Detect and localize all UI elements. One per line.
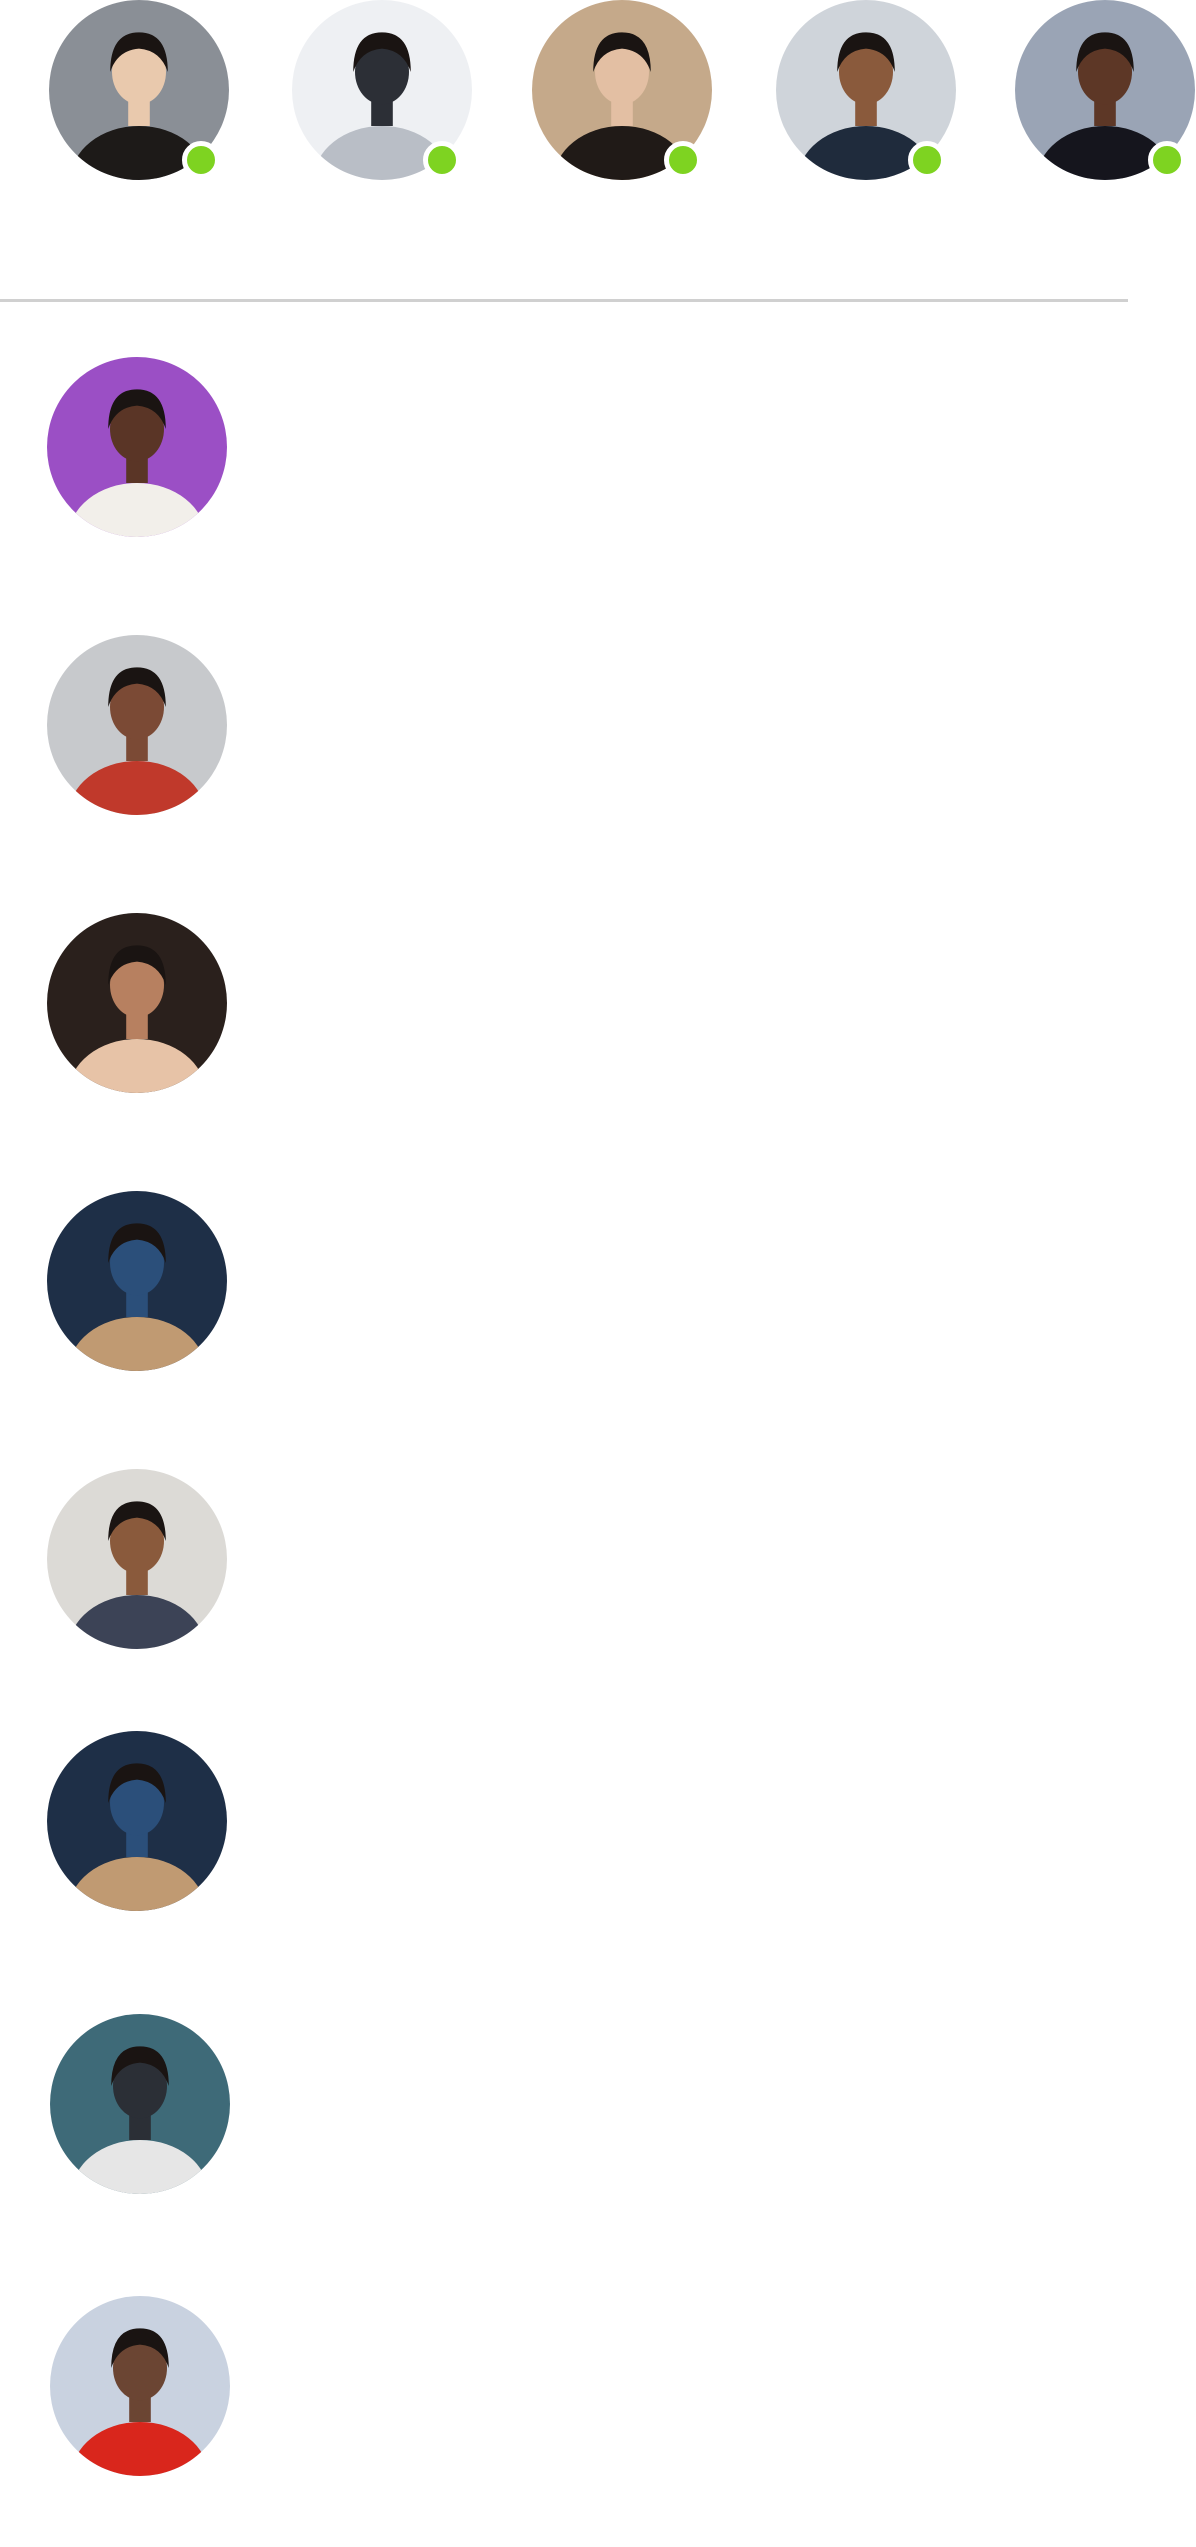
section-divider — [0, 299, 1128, 302]
conversation-avatar[interactable] — [47, 1731, 227, 1911]
online-status-dot — [423, 141, 461, 179]
conversation-avatar[interactable] — [47, 635, 227, 815]
online-status-dot — [1148, 141, 1186, 179]
conversation-avatar[interactable] — [47, 1469, 227, 1649]
online-status-dot — [182, 141, 220, 179]
online-status-dot — [664, 141, 702, 179]
avatar-photo-icon — [47, 1191, 227, 1371]
messages-screen — [0, 0, 1196, 2547]
avatar-photo-icon — [47, 913, 227, 1093]
conversation-avatar[interactable] — [50, 2296, 230, 2476]
avatar-photo-icon — [47, 1731, 227, 1911]
conversation-avatar[interactable] — [50, 2014, 230, 2194]
conversation-avatar[interactable] — [47, 1191, 227, 1371]
avatar-photo-icon — [47, 357, 227, 537]
avatar-photo-icon — [50, 2296, 230, 2476]
online-status-dot — [908, 141, 946, 179]
conversation-avatar[interactable] — [47, 913, 227, 1093]
avatar-photo-icon — [47, 635, 227, 815]
avatar-photo-icon — [50, 2014, 230, 2194]
avatar-photo-icon — [47, 1469, 227, 1649]
conversation-avatar[interactable] — [47, 357, 227, 537]
